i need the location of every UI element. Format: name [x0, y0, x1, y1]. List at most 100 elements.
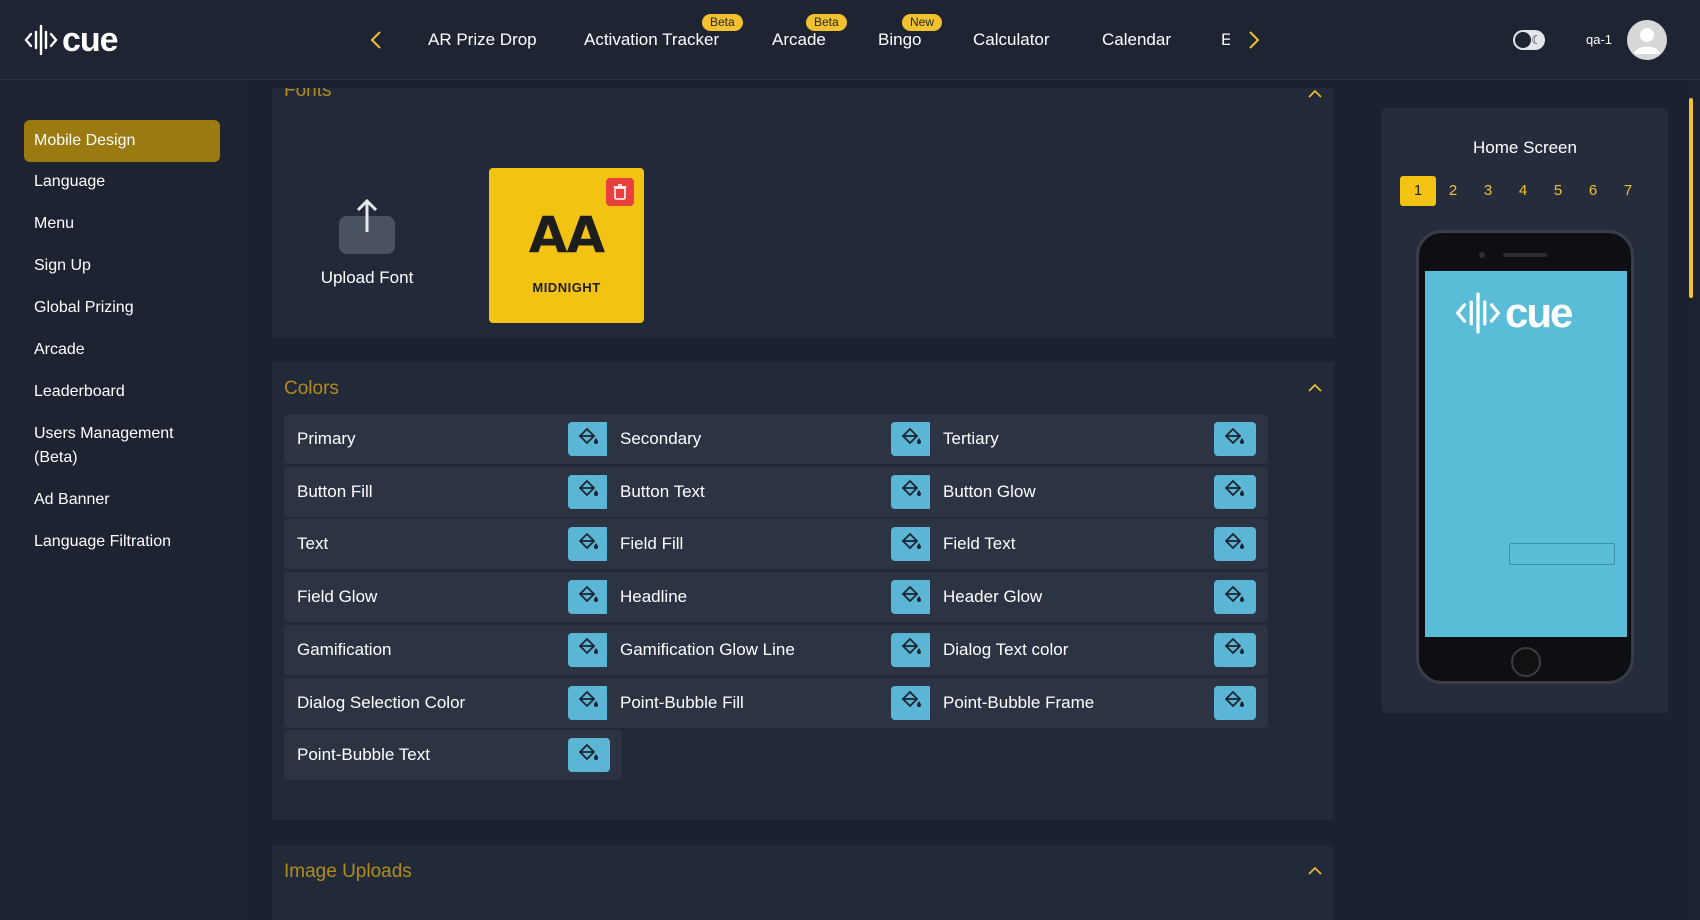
color-label: Button Text [620, 481, 705, 501]
nav-item-ar-prize-drop[interactable]: AR Prize Drop [428, 30, 537, 50]
color-picker-button[interactable] [1214, 685, 1256, 720]
colors-panel: Colors Primary Secondary Tertiary Button Fi… [272, 362, 1334, 820]
fonts-title: Fonts [284, 80, 332, 101]
color-label: Primary [297, 429, 356, 448]
nav-item-truncated[interactable]: E [1221, 30, 1230, 50]
color-picker-button[interactable] [1214, 527, 1256, 562]
color-row: Field Glow [284, 572, 622, 623]
fonts-panel: Fonts Upload Font AA MIDNIGHT [272, 88, 1334, 338]
color-row: Gamification Glow Line [607, 624, 945, 675]
paint-bucket-icon [578, 532, 600, 557]
sidebar-item-arcade[interactable]: Arcade [24, 338, 220, 362]
chevron-up-icon[interactable] [1308, 863, 1322, 877]
paint-bucket-icon [901, 427, 923, 452]
preview-page-4[interactable]: 4 [1505, 176, 1541, 206]
preview-title: Home Screen [1473, 138, 1577, 157]
color-row: Point-Bubble Frame [930, 677, 1268, 728]
color-picker-button[interactable] [891, 474, 933, 509]
nav-prev-button[interactable] [364, 26, 388, 54]
upload-font-button[interactable]: Upload Font [312, 198, 422, 298]
color-picker-button[interactable] [568, 738, 610, 773]
nav-item-activation-tracker[interactable]: Activation Tracker [584, 30, 719, 50]
preview-page-2[interactable]: 2 [1435, 176, 1471, 206]
upload-font-label: Upload Font [320, 268, 414, 287]
color-row: Gamification [284, 624, 622, 675]
color-picker-button[interactable] [568, 527, 610, 562]
phone-home-button [1511, 647, 1541, 677]
scrollbar[interactable] [1689, 98, 1693, 298]
color-label: Secondary [620, 429, 702, 448]
color-picker-button[interactable] [891, 580, 933, 615]
color-picker-button[interactable] [568, 422, 610, 456]
sidebar-item-ad-banner[interactable]: Ad Banner [24, 488, 220, 512]
nav-item-arcade[interactable]: Arcade [772, 30, 826, 50]
paint-bucket-icon [578, 479, 600, 504]
chevron-up-icon[interactable] [1308, 86, 1322, 100]
sidebar-item-language-filtration[interactable]: Language Filtration [24, 530, 220, 554]
color-picker-button[interactable] [568, 685, 610, 720]
sidebar-item-language[interactable]: Language [24, 170, 220, 194]
color-picker-button[interactable] [568, 632, 610, 667]
paint-bucket-icon [901, 532, 923, 557]
color-label: Field Glow [297, 587, 378, 607]
paint-bucket-icon [1224, 427, 1246, 452]
color-row: Point-Bubble Text [284, 730, 622, 781]
color-row: Button Text [607, 466, 945, 517]
avatar[interactable] [1627, 20, 1667, 60]
color-picker-button[interactable] [891, 632, 933, 667]
phone-logo: cue [1455, 289, 1573, 337]
color-label: Point-Bubble Frame [943, 692, 1095, 712]
color-picker-button[interactable] [568, 474, 610, 509]
color-row: Field Fill [607, 519, 945, 570]
color-row: Text [284, 519, 622, 570]
sidebar-item-global-prizing[interactable]: Global Prizing [24, 296, 220, 320]
preview-page-5[interactable]: 5 [1540, 176, 1576, 206]
logo[interactable]: cue [24, 20, 119, 60]
toggle-knob [1515, 32, 1531, 48]
color-picker-button[interactable] [1214, 632, 1256, 667]
sidebar-item-menu[interactable]: Menu [24, 212, 220, 236]
color-label: Gamification Glow Line [620, 639, 795, 659]
chevron-up-icon[interactable] [1308, 380, 1322, 394]
color-picker-button[interactable] [1214, 474, 1256, 509]
chevron-left-icon [370, 31, 381, 49]
phone-mockup: cue [1416, 230, 1634, 684]
nav-item-calculator[interactable]: Calculator [973, 30, 1050, 50]
nav-item-bingo[interactable]: Bingo [878, 30, 921, 50]
font-name: MIDNIGHT [532, 280, 601, 295]
phone-input-field [1509, 543, 1615, 565]
color-picker-button[interactable] [891, 422, 933, 456]
color-picker-button[interactable] [568, 580, 610, 615]
color-picker-button[interactable] [891, 685, 933, 720]
delete-font-button[interactable] [606, 178, 634, 206]
paint-bucket-icon [1224, 637, 1246, 662]
paint-bucket-icon [578, 427, 600, 452]
nav-item-calendar[interactable]: Calendar [1102, 30, 1171, 50]
color-row: Button Glow [930, 466, 1268, 517]
preview-page-3[interactable]: 3 [1470, 176, 1506, 206]
color-label: Point-Bubble Text [297, 745, 430, 765]
theme-toggle[interactable]: ☾ [1513, 30, 1545, 50]
color-label: Headline [620, 587, 688, 607]
sidebar-item-sign-up[interactable]: Sign Up [24, 254, 220, 278]
phone-screen: cue [1425, 271, 1627, 637]
preview-page-7[interactable]: 7 [1610, 176, 1646, 206]
color-picker-button[interactable] [1214, 422, 1256, 456]
font-preview: AA [528, 206, 605, 264]
color-row: Headline [607, 572, 945, 623]
sidebar-item-users-management[interactable]: Users Management (Beta) [24, 422, 220, 470]
top-bar: cue AR Prize Drop Activation Tracker Bet… [0, 0, 1700, 80]
sidebar-item-leaderboard[interactable]: Leaderboard [24, 380, 220, 404]
sidebar-item-mobile-design[interactable]: Mobile Design [24, 120, 220, 162]
phone-logo-text: cue [1505, 289, 1573, 336]
phone-speaker [1503, 253, 1547, 257]
preview-page-1[interactable]: 1 [1400, 176, 1436, 206]
color-picker-button[interactable] [891, 527, 933, 562]
font-card[interactable]: AA MIDNIGHT [489, 168, 644, 323]
sidebar: Mobile Design Language Menu Sign Up Glob… [0, 80, 244, 920]
color-picker-button[interactable] [1214, 580, 1256, 615]
paint-bucket-icon [1224, 479, 1246, 504]
user-icon [1634, 28, 1660, 54]
preview-page-6[interactable]: 6 [1575, 176, 1611, 206]
nav-next-button[interactable] [1242, 26, 1266, 54]
